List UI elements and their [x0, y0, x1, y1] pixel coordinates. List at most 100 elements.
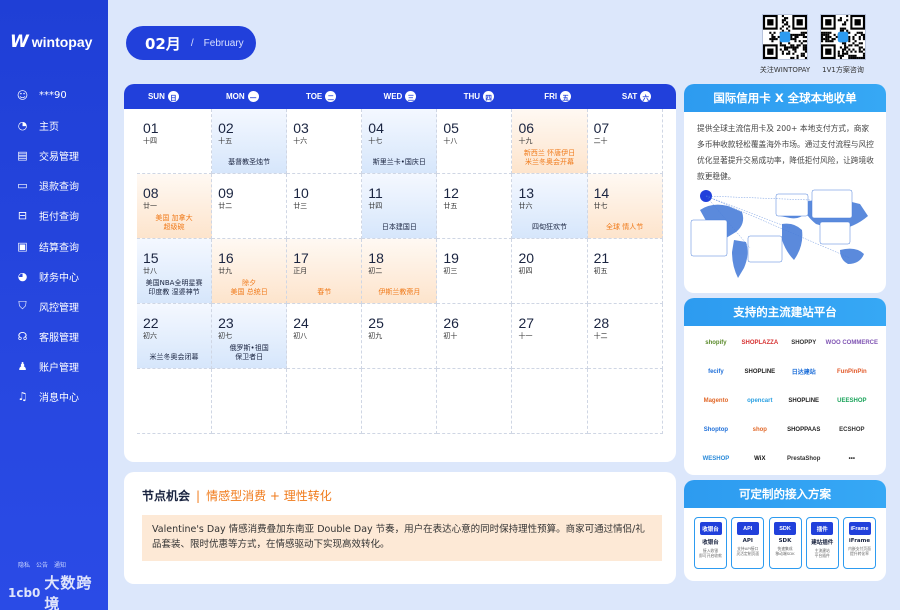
calendar-day[interactable]: 02 十五 基督教圣烛节 [212, 109, 288, 174]
calendar-day[interactable]: 04 十七 斯里兰卡•国庆日 [362, 109, 438, 174]
weekday-header: FRI 五 [518, 84, 597, 109]
footer-link[interactable]: 公告 [36, 560, 48, 569]
calendar-day[interactable]: 21 初五 [587, 239, 663, 304]
platform-logo[interactable]: 日达建站 [782, 357, 826, 386]
calendar-day[interactable]: 09 廿二 [212, 174, 288, 239]
platform-logo[interactable]: shop [738, 415, 782, 444]
calendar-day[interactable]: 07 二十 [587, 109, 663, 174]
platform-logo[interactable]: Shoptop [694, 415, 738, 444]
month-selector[interactable]: 02月 / February [126, 26, 256, 60]
calendar-day[interactable]: 10 廿三 [287, 174, 363, 239]
platform-logo[interactable]: SHOPLAZZA [738, 328, 782, 357]
weekday-header: MON 一 [203, 84, 282, 109]
platform-logo[interactable]: PrestaShop [782, 444, 826, 473]
calendar-day[interactable]: 24 初八 [287, 304, 363, 369]
day-number: 28 [593, 315, 610, 331]
brand-name: wintopay [31, 34, 93, 50]
calendar-day[interactable]: 22 初六 米兰冬奥会闭幕 [137, 304, 213, 369]
calendar-day[interactable]: 18 初二 伊斯兰教斋月 [362, 239, 438, 304]
footer-links: 隐私 公告 通知 [18, 560, 66, 569]
calendar-day[interactable]: 15 廿八 美国NBA全明星赛 印度教 湿婆神节 [137, 239, 213, 304]
sidebar-item[interactable]: ⊟ 拒付查询 [0, 201, 108, 231]
platform-logo[interactable]: FunPinPin [826, 357, 878, 386]
platform-logo[interactable]: ECSHOP [826, 415, 878, 444]
calendar-day[interactable]: 26 初十 [437, 304, 513, 369]
platform-logo[interactable]: WOO COMMERCE [826, 328, 878, 357]
calendar-day[interactable]: 11 廿四 日本建国日 [362, 174, 438, 239]
solution-icon: 收银台 [699, 522, 722, 535]
platform-logo[interactable]: SHOPLINE [738, 357, 782, 386]
day-number: 24 [293, 315, 309, 331]
platform-logo[interactable]: UEESHOP [826, 386, 878, 415]
platform-logo[interactable]: ••• [826, 444, 878, 473]
platform-logo[interactable]: shopify [694, 328, 738, 357]
solution-list: 收银台 收银台 接入收银 即可开启收款 API API 支持API接口 灵活定制页面 SDK… [684, 508, 886, 569]
calendar-day[interactable]: 20 初四 [512, 239, 588, 304]
platform-logo[interactable]: SHOPLINE [782, 386, 826, 415]
calendar-day[interactable]: 17 正月 春节 [287, 239, 363, 304]
solution-card[interactable]: API API 支持API接口 灵活定制页面 [731, 517, 765, 569]
day-number: 20 [518, 250, 535, 266]
footer-link[interactable]: 通知 [54, 560, 66, 569]
calendar-day[interactable]: 14 廿七 全球 情人节 [587, 174, 663, 239]
weekday-en: TOE [305, 92, 323, 101]
platform-logo[interactable]: WESHOP [694, 444, 738, 473]
footer-link[interactable]: 隐私 [18, 560, 30, 569]
sidebar-item[interactable]: ♫ 消息中心 [0, 382, 108, 412]
calendar-day[interactable]: 05 十八 [437, 109, 513, 174]
platform-logo[interactable]: WiX [738, 444, 782, 473]
platform-name: SHOPLAZZA [741, 339, 779, 346]
sidebar-item[interactable]: ▤ 交易管理 [0, 140, 108, 170]
lunar-date: 廿三 [293, 202, 308, 210]
calendar-day[interactable]: 03 十六 [287, 109, 363, 174]
platform-logo[interactable]: SHOPPAAS [782, 415, 826, 444]
sidebar-item[interactable]: ◕ 财务中心 [0, 261, 108, 291]
day-event: 斯里兰卡•国庆日 [372, 158, 426, 166]
brand-logo[interactable]: W wintopay [10, 32, 92, 52]
qr-consult[interactable]: 1V1方案咨询 [818, 14, 868, 75]
calendar-day[interactable]: 12 廿五 [437, 174, 513, 239]
platform-name: ECSHOP [839, 426, 865, 433]
calendar-day[interactable]: 19 初三 [437, 239, 513, 304]
sidebar-item[interactable]: ⛉ 风控管理 [0, 291, 108, 321]
calendar-empty-cell [362, 369, 438, 434]
world-map-image [690, 189, 868, 278]
opportunity-body: Valentine's Day 情感消费叠加东南亚 Double Day 节奏，… [142, 515, 662, 561]
calendar-day[interactable]: 08 廿一 美国 加拿大 超级碗 [137, 174, 213, 239]
sidebar-item[interactable]: ▭ 退款查询 [0, 171, 108, 201]
watermark: 1cb0 大数跨境 [8, 572, 108, 610]
weekday-cn: 三 [405, 91, 417, 102]
solution-name: 建站插件 [811, 540, 834, 546]
solution-card[interactable]: iFrame iFrame 内嵌支付页面 提升转化率 [843, 517, 876, 569]
calendar-day[interactable]: 16 廿九 除夕 美国 总统日 [212, 239, 288, 304]
calendar-day[interactable]: 06 十九 新西兰 怀唐伊日 米兰冬奥会开幕 [512, 109, 588, 174]
platform-logo[interactable]: opencart [738, 386, 782, 415]
solution-desc: 主流建站 平台插件 [814, 548, 830, 558]
calendar-day[interactable]: 13 廿六 四旬狂欢节 [512, 174, 588, 239]
platform-logo[interactable]: fecify [694, 357, 738, 386]
calendar-day[interactable]: 25 初九 [362, 304, 438, 369]
solution-card[interactable]: 收银台 收银台 接入收银 即可开启收款 [694, 517, 727, 569]
sidebar-item[interactable]: ◔ 主页 [0, 110, 108, 140]
sidebar-item[interactable]: ☊ 客服管理 [0, 322, 108, 352]
day-event: 新西兰 怀唐伊日 米兰冬奥会开幕 [523, 149, 576, 166]
sidebar-item[interactable]: ♟ 账户管理 [0, 352, 108, 382]
lunar-date: 廿九 [218, 267, 233, 275]
platform-logo[interactable]: SHOPPY [782, 328, 826, 357]
solution-card[interactable]: SDK SDK 快速集成 移动端SDK [768, 517, 802, 569]
weekday-en: SAT [621, 92, 638, 101]
platform-name: Magento [703, 397, 729, 404]
sidebar-item[interactable]: ▣ 结算查询 [0, 231, 108, 261]
sidebar-item[interactable]: ☺ ***90 [0, 80, 108, 110]
calendar: SUN 日 MON 一 TOE 二 WED 三 THU 四 FRI 五 SAT 六 01 十四 02 十五 基督教… [124, 84, 676, 462]
panel-cards-title: 国际信用卡 X 全球本地收单 [684, 84, 886, 112]
qr-follow[interactable]: 关注WINTOPAY [760, 14, 810, 75]
calendar-day[interactable]: 01 十四 [137, 109, 213, 174]
calendar-day[interactable]: 28 十二 [587, 304, 663, 369]
platform-name: WOO COMMERCE [825, 339, 878, 346]
platform-logo[interactable]: Magento [694, 386, 738, 415]
day-number: 02 [218, 120, 234, 136]
calendar-day[interactable]: 27 十一 [512, 304, 588, 369]
calendar-day[interactable]: 23 初七 俄罗斯•祖国 保卫者日 [212, 304, 288, 369]
solution-card[interactable]: 插件 建站插件 主流建站 平台插件 [805, 517, 839, 569]
